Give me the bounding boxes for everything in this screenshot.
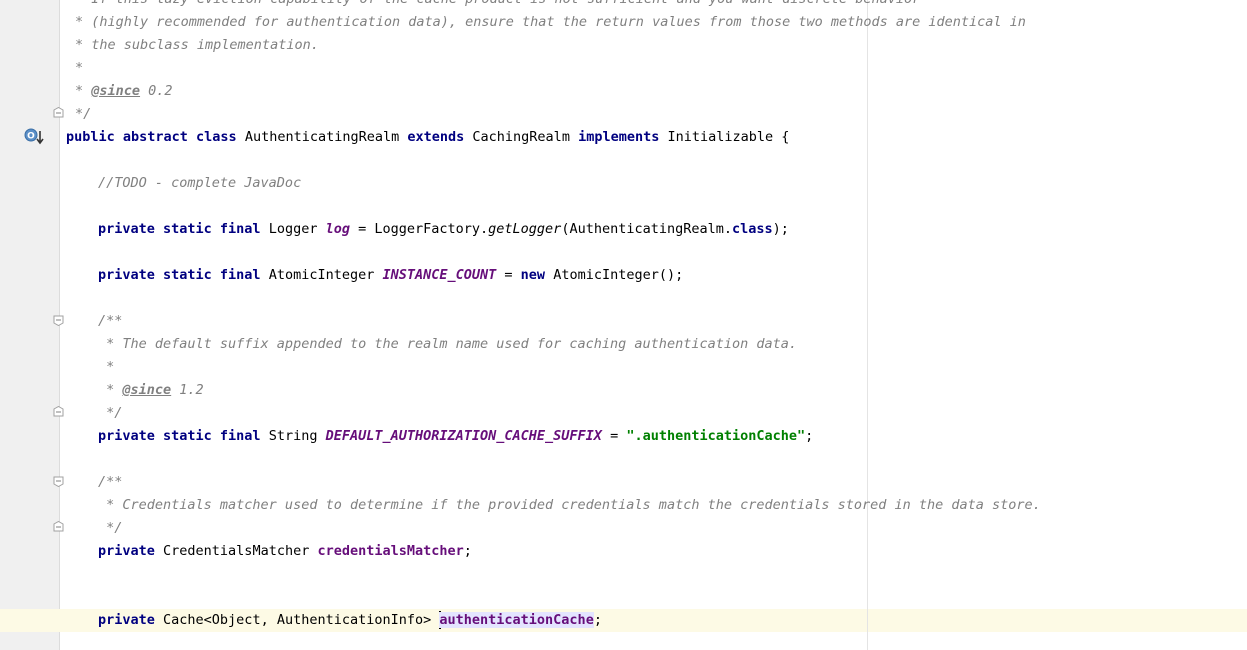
- interface-name: Initializable {: [659, 129, 790, 145]
- class-declaration-line[interactable]: public abstract class AuthenticatingReal…: [66, 126, 789, 149]
- credentials-matcher-field-line[interactable]: private CredentialsMatcher credentialsMa…: [98, 540, 472, 563]
- code-text: =: [496, 267, 521, 283]
- code-text: AtomicInteger();: [545, 267, 684, 283]
- javadoc-line[interactable]: /**: [98, 310, 122, 333]
- code-text: ;: [593, 612, 602, 628]
- overrides-up-icon[interactable]: O: [23, 127, 45, 147]
- class-name: AuthenticatingRealm: [236, 129, 408, 145]
- todo-comment-line[interactable]: //TODO - complete JavaDoc: [98, 172, 301, 195]
- svg-text:O: O: [27, 132, 35, 142]
- string-literal: ".authenticationCache": [626, 428, 806, 444]
- javadoc-line[interactable]: /**: [98, 471, 122, 494]
- type-name: Logger: [260, 221, 326, 237]
- javadoc-line[interactable]: *: [75, 57, 83, 80]
- javadoc-line[interactable]: * @since 0.2: [75, 80, 173, 103]
- parent-class: CachingRealm: [464, 129, 579, 145]
- modifier: private: [98, 612, 155, 628]
- code-text: ;: [463, 543, 472, 559]
- javadoc-tag: @since: [91, 83, 141, 99]
- instance-count-field-line[interactable]: private static final AtomicInteger INSTA…: [98, 264, 683, 287]
- field-name: log: [325, 221, 350, 237]
- keyword: class: [732, 221, 773, 237]
- fold-marker-icon[interactable]: [53, 107, 64, 118]
- field-name: INSTANCE_COUNT: [382, 267, 497, 283]
- javadoc-line[interactable]: */: [98, 402, 122, 425]
- javadoc-line[interactable]: * If this lazy eviction capability of th…: [75, 0, 920, 11]
- fold-marker-icon[interactable]: [53, 521, 64, 532]
- fold-marker-icon[interactable]: [53, 476, 64, 487]
- comment-text: *: [98, 382, 123, 398]
- editor-gutter[interactable]: [0, 0, 59, 650]
- modifiers: private static final: [98, 267, 261, 283]
- keyword: implements: [578, 129, 660, 145]
- javadoc-line[interactable]: */: [98, 517, 122, 540]
- keyword: public abstract class: [66, 129, 237, 145]
- authentication-cache-field-line[interactable]: private Cache<Object, AuthenticationInfo…: [98, 609, 602, 632]
- field-name-selected[interactable]: authenticationCache: [439, 612, 594, 628]
- fold-marker-icon[interactable]: [53, 315, 64, 326]
- code-text: (AuthenticatingRealm.: [561, 221, 732, 237]
- type-name: AtomicInteger: [260, 267, 383, 283]
- javadoc-tag: @since: [122, 382, 172, 398]
- fold-marker-icon[interactable]: [53, 406, 64, 417]
- comment-text: 1.2: [171, 382, 204, 398]
- modifier: private: [98, 543, 155, 559]
- code-text: ;: [805, 428, 814, 444]
- type-name: CredentialsMatcher: [154, 543, 318, 559]
- type-name: String: [260, 428, 326, 444]
- javadoc-line[interactable]: * @since 1.2: [98, 379, 204, 402]
- javadoc-line[interactable]: * The default suffix appended to the rea…: [98, 333, 797, 356]
- right-margin-guide: [867, 0, 868, 650]
- comment-text: 0.2: [140, 83, 173, 99]
- modifiers: private static final: [98, 221, 261, 237]
- code-text: = LoggerFactory.: [349, 221, 489, 237]
- modifiers: private static final: [98, 428, 261, 444]
- keyword: new: [520, 267, 546, 283]
- code-text: );: [772, 221, 789, 237]
- javadoc-line[interactable]: *: [98, 356, 114, 379]
- javadoc-line[interactable]: * (highly recommended for authentication…: [75, 11, 1026, 34]
- code-text: =: [601, 428, 627, 444]
- method-call: getLogger: [488, 221, 562, 237]
- javadoc-line[interactable]: * the subclass implementation.: [75, 34, 319, 57]
- cache-suffix-field-line[interactable]: private static final String DEFAULT_AUTH…: [98, 425, 813, 448]
- javadoc-line[interactable]: */: [75, 103, 91, 126]
- comment-text: *: [75, 83, 92, 99]
- type-name: Cache<Object, AuthenticationInfo>: [154, 612, 440, 628]
- field-name: credentialsMatcher: [317, 543, 464, 559]
- javadoc-line[interactable]: * Credentials matcher used to determine …: [98, 494, 1041, 517]
- field-name: DEFAULT_AUTHORIZATION_CACHE_SUFFIX: [325, 428, 602, 444]
- logger-field-line[interactable]: private static final Logger log = Logger…: [98, 218, 789, 241]
- keyword: extends: [407, 129, 465, 145]
